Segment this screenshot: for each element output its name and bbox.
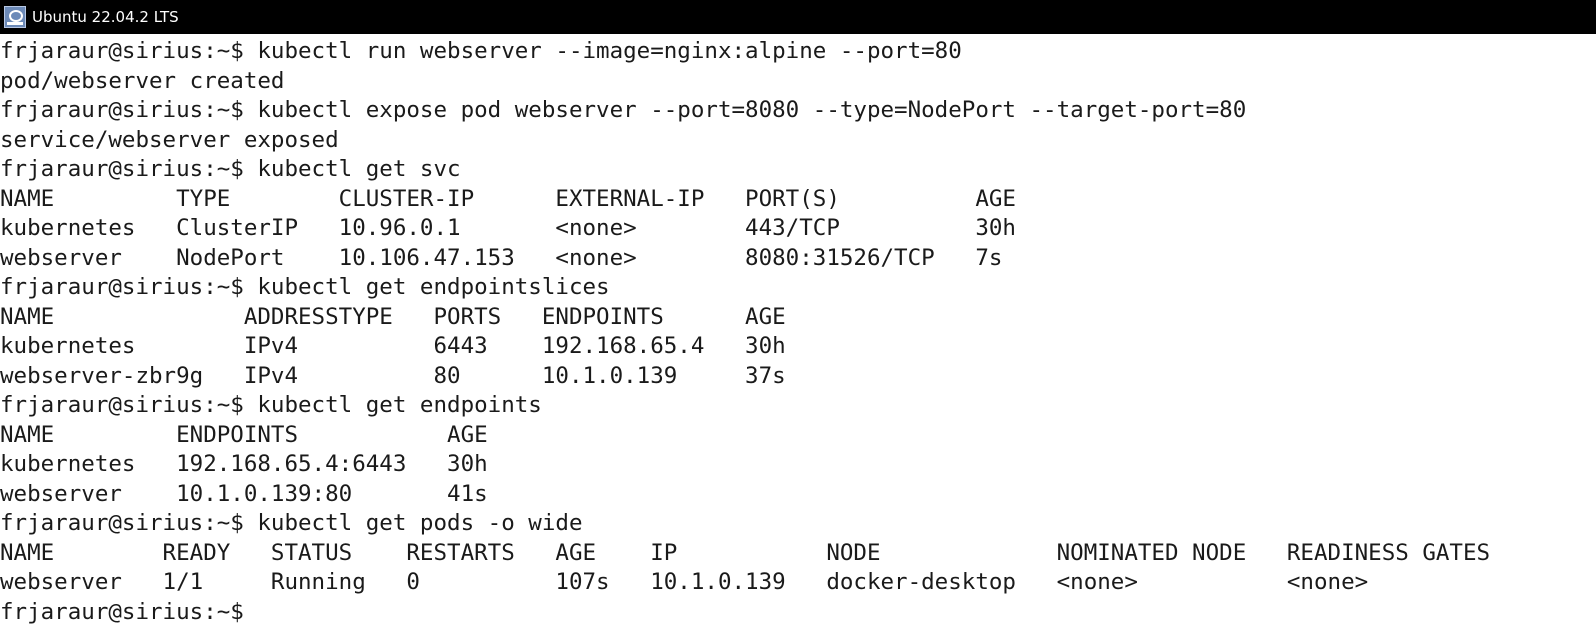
terminal-line: NAME TYPE CLUSTER-IP EXTERNAL-IP PORT(S)… <box>0 185 1016 212</box>
title-bar[interactable]: Ubuntu 22.04.2 LTS <box>0 0 1596 34</box>
terminal-line: kubernetes 192.168.65.4:6443 30h <box>0 451 488 477</box>
terminal-line: frjaraur@sirius:~$ kubectl get pods -o w… <box>0 510 583 536</box>
terminal-line: frjaraur@sirius:~$ kubectl get svc <box>0 156 461 182</box>
terminal-prompt[interactable]: frjaraur@sirius:~$ <box>0 598 1596 628</box>
terminal-line: kubernetes ClusterIP 10.96.0.1 <none> 44… <box>0 215 1016 241</box>
terminal-line: webserver 10.1.0.139:80 41s <box>0 480 488 507</box>
ubuntu-terminal-icon <box>4 6 26 28</box>
window-title: Ubuntu 22.04.2 LTS <box>32 8 179 26</box>
terminal-output[interactable]: frjaraur@sirius:~$ kubectl run webserver… <box>0 34 1596 627</box>
terminal-window: Ubuntu 22.04.2 LTS frjaraur@sirius:~$ ku… <box>0 0 1596 643</box>
terminal-line: kubernetes IPv4 6443 192.168.65.4 30h <box>0 333 786 359</box>
terminal-line: webserver NodePort 10.106.47.153 <none> … <box>0 244 1003 271</box>
terminal-line: webserver 1/1 Running 0 107s 10.1.0.139 … <box>0 569 1369 595</box>
terminal-line: frjaraur@sirius:~$ kubectl get endpoints <box>0 392 542 418</box>
terminal-line: frjaraur@sirius:~$ kubectl expose pod we… <box>0 97 1247 123</box>
terminal-line: frjaraur@sirius:~$ kubectl get endpoints… <box>0 274 610 300</box>
terminal-line: NAME READY STATUS RESTARTS AGE IP NODE N… <box>0 539 1491 566</box>
terminal-line: NAME ENDPOINTS AGE <box>0 421 488 448</box>
terminal-line: frjaraur@sirius:~$ kubectl run webserver… <box>0 38 962 64</box>
terminal-line: service/webserver exposed <box>0 126 339 153</box>
terminal-line: webserver-zbr9g IPv4 80 10.1.0.139 37s <box>0 362 786 389</box>
terminal-line: pod/webserver created <box>0 67 285 94</box>
terminal-line: NAME ADDRESSTYPE PORTS ENDPOINTS AGE <box>0 303 786 330</box>
